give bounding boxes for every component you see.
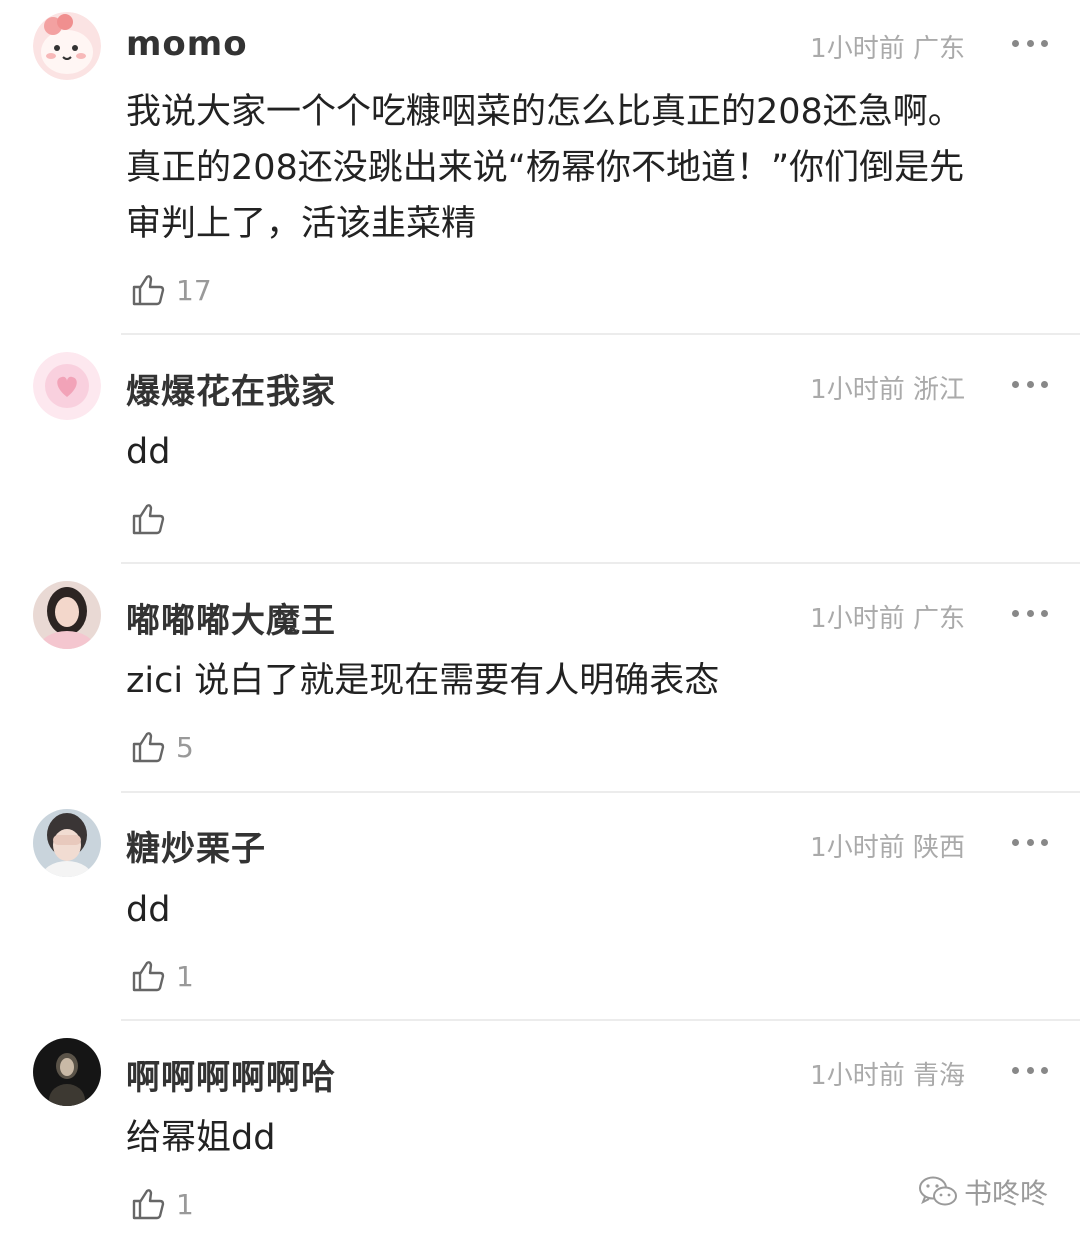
comment-text-line: dd xyxy=(126,432,171,472)
comment-list: momo 1小时前 广东 我说大家一个个吃糠咽菜的怎么比真正的208还急啊。 真… xyxy=(0,0,1080,1239)
girl-photo-avatar-icon xyxy=(33,581,101,649)
comment-text-line: zici 说白了就是现在需要有人明确表态 xyxy=(126,661,720,701)
comment-text-line: 审判上了，活该韭菜精 xyxy=(126,204,477,244)
more-options-icon[interactable] xyxy=(1012,379,1048,389)
like-count: 17 xyxy=(176,273,212,307)
avatar[interactable] xyxy=(33,352,101,420)
comment-time: 1小时前 xyxy=(810,34,905,64)
covering-eyes-avatar-icon xyxy=(33,809,101,877)
comment-time: 1小时前 xyxy=(810,604,905,634)
comment-text: dd xyxy=(126,882,1056,938)
comment-text-line: 给幂姐dd xyxy=(126,1118,276,1158)
like-count: 5 xyxy=(176,730,194,764)
like-button[interactable]: 1 xyxy=(130,956,194,996)
username[interactable]: 啊啊啊啊啊哈 xyxy=(126,1050,336,1099)
like-button[interactable] xyxy=(130,499,176,539)
comment-text: 给幂姐dd xyxy=(126,1110,1056,1166)
thumbs-up-icon xyxy=(132,1189,165,1220)
comment-text: zici 说白了就是现在需要有人明确表态 xyxy=(126,653,1056,709)
comment-location: 陕西 xyxy=(912,833,965,863)
username[interactable]: 糖炒栗子 xyxy=(126,821,266,870)
divider xyxy=(121,1019,1080,1021)
thumbs-up-icon xyxy=(132,504,165,535)
comment-meta: 1小时前 青海 xyxy=(810,1055,965,1092)
comment-meta: 1小时前 陕西 xyxy=(810,827,965,864)
watermark-text: 书咚咚 xyxy=(964,1177,1049,1210)
like-count: 1 xyxy=(176,959,194,993)
more-options-icon[interactable] xyxy=(1012,38,1048,48)
comment-meta: 1小时前 广东 xyxy=(810,28,965,65)
username[interactable]: 爆爆花在我家 xyxy=(126,364,336,413)
avatar[interactable] xyxy=(33,12,101,80)
comment-location: 广东 xyxy=(912,604,965,634)
like-button[interactable]: 17 xyxy=(130,270,212,310)
like-count: 1 xyxy=(176,1187,194,1221)
like-button[interactable]: 5 xyxy=(130,727,194,767)
watermark: 书咚咚 xyxy=(918,1172,1048,1212)
comment-time: 1小时前 xyxy=(810,833,905,863)
comment-text-line: 真正的208还没跳出来说“杨幂你不地道！”你们倒是先 xyxy=(126,148,965,188)
divider xyxy=(121,333,1080,335)
thumbs-up-icon xyxy=(132,732,165,763)
avatar[interactable] xyxy=(33,1038,101,1106)
comment-time: 1小时前 xyxy=(810,375,905,405)
wechat-icon xyxy=(919,1176,957,1206)
comment-location: 青海 xyxy=(912,1061,965,1091)
thumbs-up-icon xyxy=(132,275,165,306)
avatar[interactable] xyxy=(33,809,101,877)
more-options-icon[interactable] xyxy=(1012,1065,1048,1075)
username[interactable]: 嘟嘟嘟大魔王 xyxy=(126,593,336,642)
username[interactable]: momo xyxy=(126,24,248,64)
cartoon-pink-avatar-icon xyxy=(33,12,101,80)
comment-text-line: 我说大家一个个吃糠咽菜的怎么比真正的208还急啊。 xyxy=(126,92,963,132)
divider xyxy=(121,791,1080,793)
pink-heart-avatar-icon xyxy=(33,352,101,420)
comment-text: 我说大家一个个吃糠咽菜的怎么比真正的208还急啊。 真正的208还没跳出来说“杨… xyxy=(126,84,1056,252)
avatar[interactable] xyxy=(33,581,101,649)
like-button[interactable]: 1 xyxy=(130,1184,194,1224)
comment-text: dd xyxy=(126,424,1056,480)
dark-photo-avatar-icon xyxy=(33,1038,101,1106)
comment-time: 1小时前 xyxy=(810,1061,905,1091)
comment-text-line: dd xyxy=(126,890,171,930)
divider xyxy=(121,562,1080,564)
thumbs-up-icon xyxy=(132,961,165,992)
comment-location: 广东 xyxy=(912,34,965,64)
comment-meta: 1小时前 浙江 xyxy=(810,369,965,406)
comment-location: 浙江 xyxy=(912,375,965,405)
more-options-icon[interactable] xyxy=(1012,608,1048,618)
more-options-icon[interactable] xyxy=(1012,837,1048,847)
comment-meta: 1小时前 广东 xyxy=(810,598,965,635)
